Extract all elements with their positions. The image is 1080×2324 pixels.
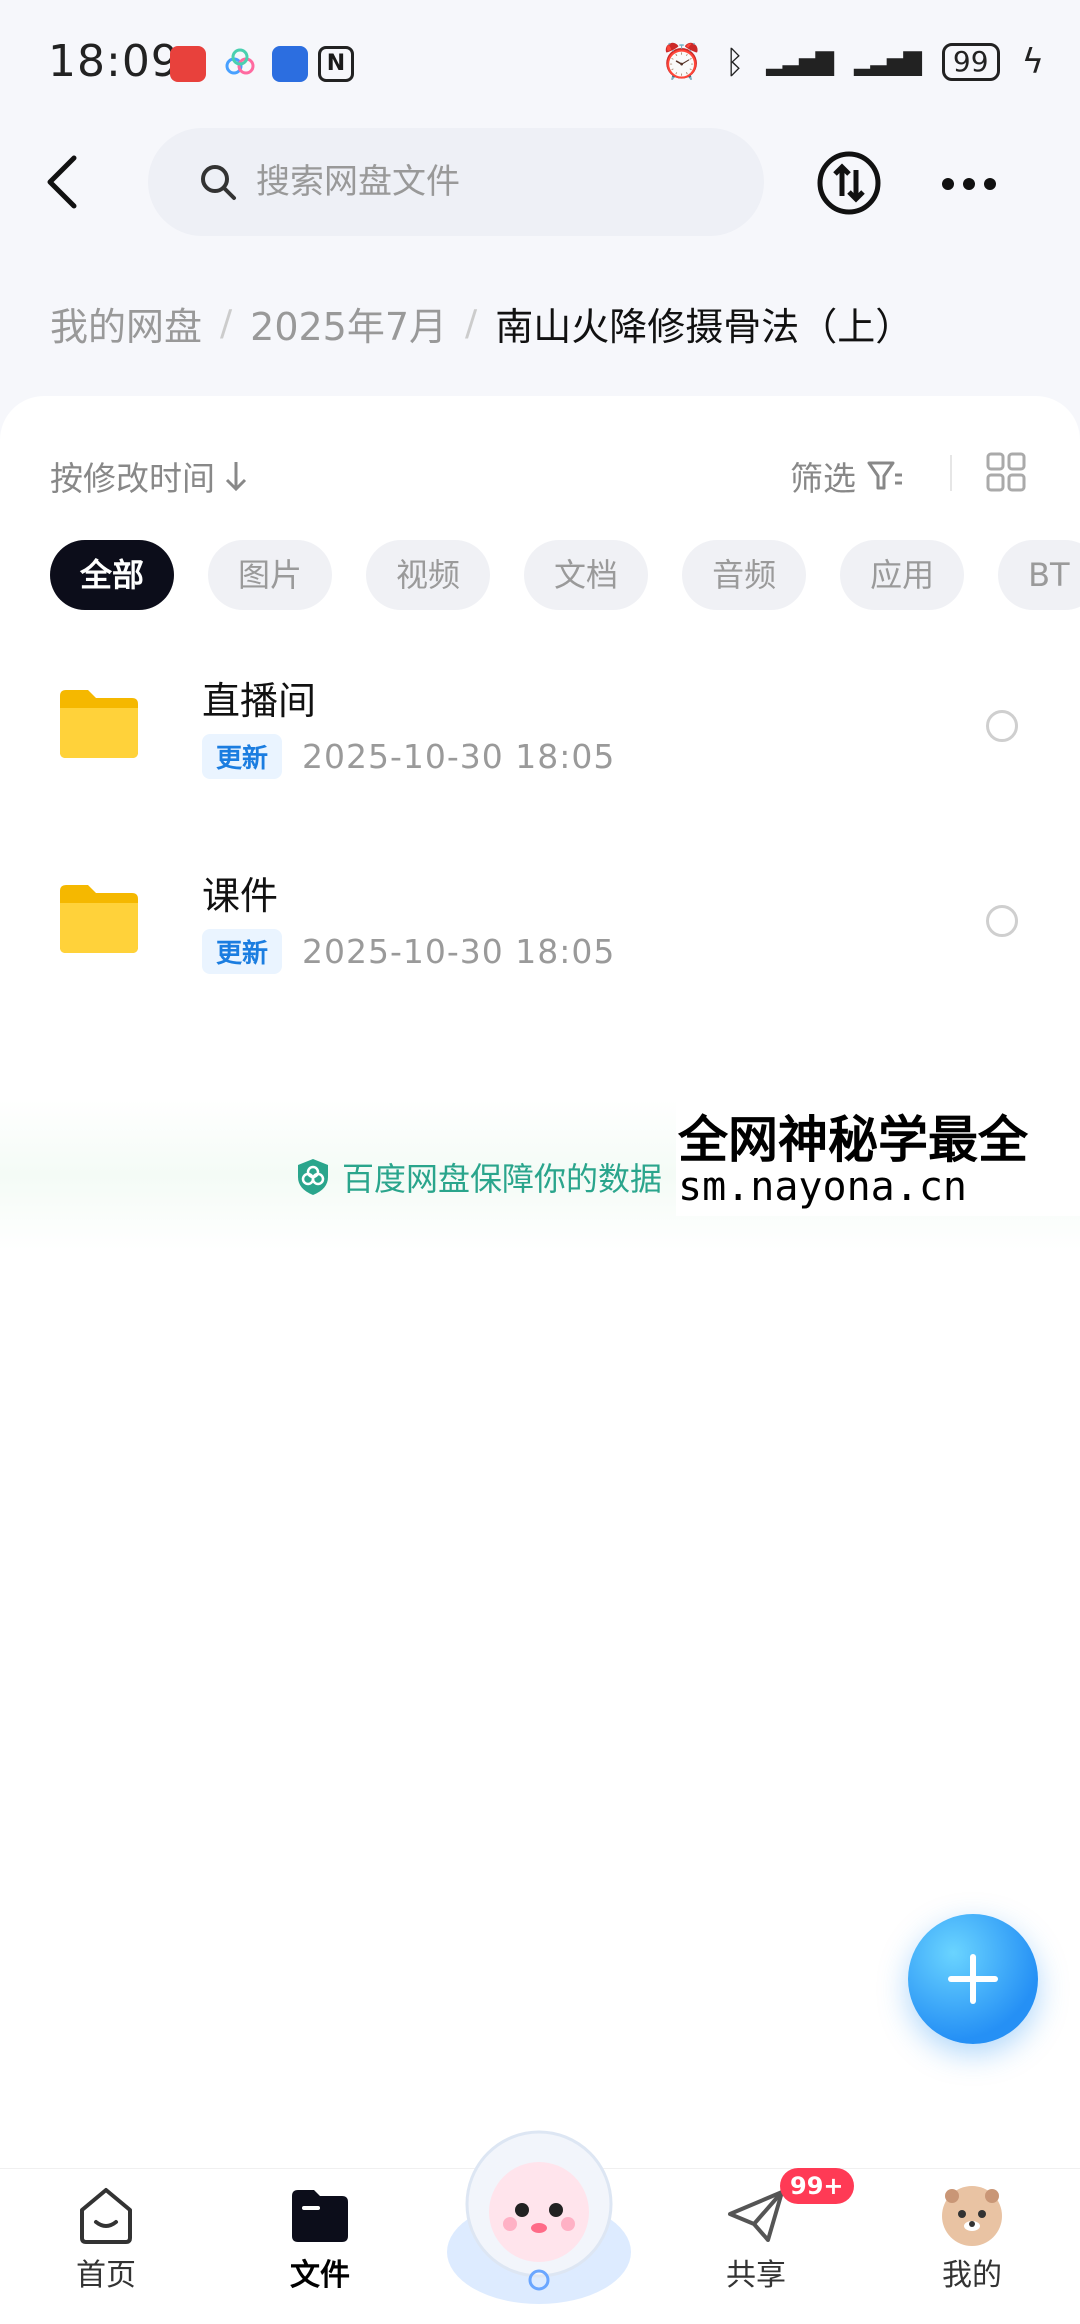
chip-bt[interactable]: BT	[998, 540, 1080, 610]
chevron-left-icon	[47, 155, 77, 209]
grid-icon	[986, 452, 1026, 492]
chip-images[interactable]: 图片	[208, 540, 333, 610]
status-indicators: ⏰ ᛒ ▂▃▅▇ ▂▃▅▇ 99 ϟ	[661, 42, 1044, 82]
file-row[interactable]: 直播间 更新 2025-10-30 18:05	[0, 640, 1080, 810]
shield-icon	[298, 1159, 328, 1195]
update-badge: 更新	[202, 734, 283, 779]
file-name: 直播间	[202, 679, 317, 723]
back-button[interactable]	[40, 150, 100, 214]
bluetooth-icon: ᛒ	[725, 43, 745, 81]
folder-icon	[60, 690, 138, 758]
nfc-icon: N	[318, 46, 354, 82]
breadcrumb: 我的网盘 / 2025年7月 / 南山火降修摄骨法（上）	[50, 296, 913, 351]
arrow-down-icon	[225, 462, 247, 492]
sort-label: 按修改时间	[50, 459, 215, 498]
notification-app-icon	[170, 46, 206, 82]
chip-videos[interactable]: 视频	[366, 540, 491, 610]
mascot-button[interactable]	[436, 2112, 642, 2312]
watermark-title: 全网神秘学最全	[678, 1111, 1028, 1169]
search-box[interactable]	[148, 128, 764, 236]
more-button[interactable]	[942, 164, 1002, 204]
transfer-icon	[817, 151, 881, 215]
share-count-badge: 99+	[780, 2168, 854, 2204]
nav-home-label: 首页	[76, 2258, 136, 2293]
select-checkbox[interactable]	[986, 905, 1018, 937]
breadcrumb-separator: /	[220, 303, 233, 344]
filter-icon	[867, 461, 902, 490]
folder-icon	[60, 885, 138, 953]
baidu-netdisk-status-icon	[222, 46, 258, 82]
file-row[interactable]: 课件 更新 2025-10-30 18:05	[0, 835, 1080, 1005]
file-modified-time: 2025-10-30 18:05	[302, 932, 616, 971]
file-meta: 更新 2025-10-30 18:05	[202, 929, 615, 974]
file-meta: 更新 2025-10-30 18:05	[202, 734, 615, 779]
sort-button[interactable]: 按修改时间	[50, 452, 249, 500]
protection-text: 百度网盘保障你的数据	[342, 1160, 663, 1198]
folder-filled-icon	[292, 2190, 348, 2242]
filter-label: 筛选	[790, 459, 856, 498]
file-name: 课件	[202, 874, 279, 918]
plus-icon	[948, 1954, 998, 2004]
more-dot-icon	[963, 178, 975, 190]
nav-me[interactable]: 我的	[912, 2184, 1032, 2294]
app-status-icon	[272, 46, 308, 82]
nav-me-label: 我的	[942, 2258, 1002, 2293]
more-dot-icon	[942, 178, 954, 190]
select-checkbox[interactable]	[986, 710, 1018, 742]
battery-icon: 99	[941, 43, 1000, 81]
nav-home[interactable]: 首页	[46, 2184, 166, 2294]
paper-plane-icon	[728, 2190, 784, 2242]
charging-icon: ϟ	[1021, 42, 1044, 82]
chip-audio[interactable]: 音频	[682, 540, 807, 610]
signal-icon-1: ▂▃▅▇	[766, 48, 834, 76]
breadcrumb-month[interactable]: 2025年7月	[250, 296, 447, 351]
nav-share-label: 共享	[726, 2258, 786, 2293]
breadcrumb-separator: /	[465, 303, 478, 344]
more-dot-icon	[984, 178, 996, 190]
status-bar: 18:09 N ⏰ ᛒ ▂▃▅▇ ▂▃▅▇ 99 ϟ	[0, 0, 1080, 130]
chip-apps[interactable]: 应用	[840, 540, 965, 610]
grid-view-toggle[interactable]	[986, 452, 1026, 492]
toolbar-divider	[950, 455, 952, 491]
signal-icon-2: ▂▃▅▇	[854, 48, 922, 76]
protection-notice: 百度网盘保障你的数据	[296, 1154, 662, 1200]
mascot-icon	[447, 2130, 631, 2304]
nav-files-label: 文件	[290, 2258, 350, 2293]
status-time: 18:09	[48, 36, 180, 87]
filter-button[interactable]: 筛选	[790, 452, 904, 500]
category-chips: 全部 图片 视频 文档 音频 应用 BT	[50, 540, 1080, 610]
update-badge: 更新	[202, 929, 283, 974]
breadcrumb-current: 南山火降修摄骨法（上）	[495, 305, 914, 349]
search-input[interactable]	[256, 162, 696, 202]
nav-files[interactable]: 文件	[260, 2184, 380, 2294]
transfer-button[interactable]	[816, 150, 882, 216]
watermark-url: sm.nayona.cn	[678, 1164, 967, 1210]
search-icon	[201, 165, 236, 200]
breadcrumb-root[interactable]: 我的网盘	[50, 296, 202, 351]
add-button[interactable]	[908, 1914, 1038, 2044]
avatar-icon	[942, 2186, 1002, 2246]
file-modified-time: 2025-10-30 18:05	[302, 737, 616, 776]
home-icon	[80, 2188, 132, 2244]
chip-all[interactable]: 全部	[50, 540, 175, 610]
chip-documents[interactable]: 文档	[524, 540, 649, 610]
alarm-icon: ⏰	[660, 42, 704, 82]
